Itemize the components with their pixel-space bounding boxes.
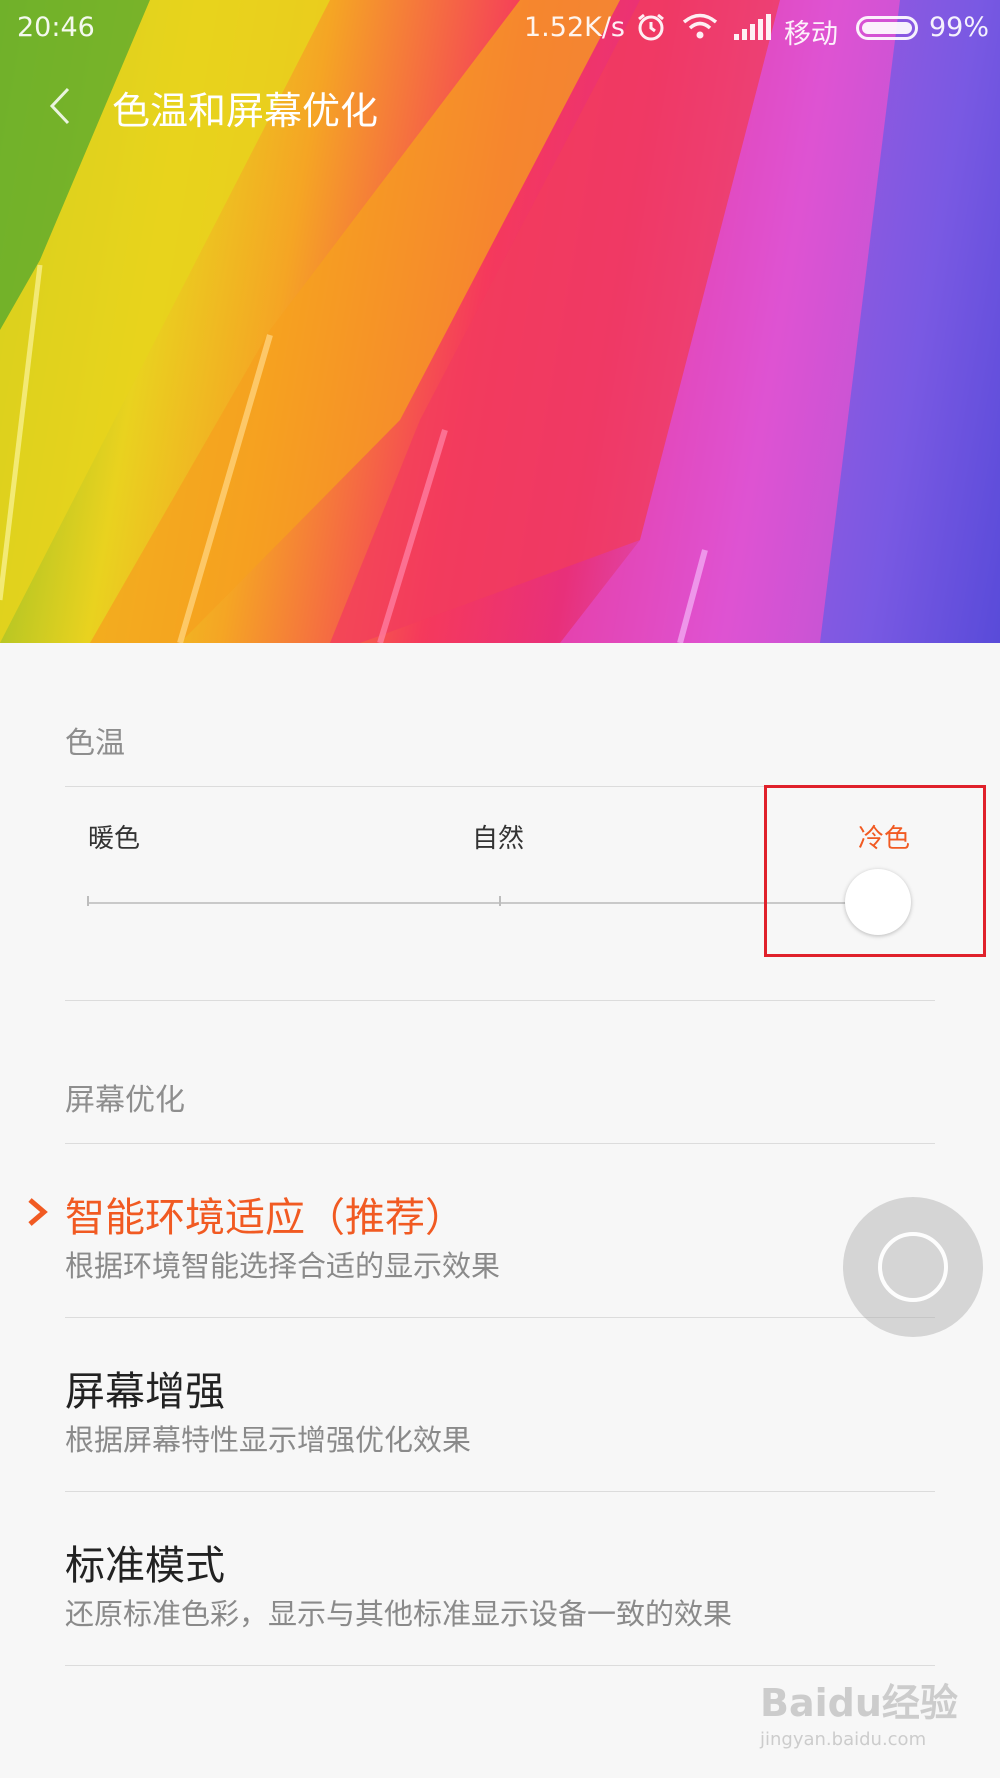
status-battery-level: 99% [929, 12, 990, 43]
section-header-color-temperature: 色温 [65, 726, 125, 761]
color-temperature-slider[interactable] [88, 902, 848, 904]
divider [65, 1317, 935, 1318]
divider [65, 1000, 935, 1001]
selected-chevron-icon [28, 1198, 48, 1226]
option-title: 屏幕增强 [65, 1369, 225, 1415]
temp-label-natural[interactable]: 自然 [472, 818, 524, 855]
back-button[interactable] [38, 84, 82, 128]
chevron-left-icon [49, 87, 70, 125]
watermark: Baidu经验 jingyan.baidu.com [760, 1672, 958, 1750]
divider [65, 1491, 935, 1492]
option-title: 智能环境适应（推荐） [65, 1195, 465, 1241]
section-header-screen-optimization: 屏幕优化 [65, 1083, 185, 1118]
option-title: 标准模式 [65, 1543, 225, 1589]
option-description: 还原标准色彩，显示与其他标准显示设备一致的效果 [65, 1597, 733, 1631]
temp-label-warm[interactable]: 暖色 [88, 818, 140, 855]
option-description: 根据环境智能选择合适的显示效果 [65, 1249, 501, 1283]
slider-tick-natural [499, 896, 501, 906]
slider-tick-warm [87, 896, 89, 906]
status-time: 20:46 [17, 12, 95, 43]
annotation-highlight-box [764, 785, 986, 957]
divider [65, 1143, 935, 1144]
floating-ball-ring [878, 1232, 948, 1302]
floating-ball-icon[interactable] [843, 1197, 983, 1337]
status-carrier: 移动 [784, 19, 838, 50]
signal-icon [733, 14, 771, 47]
status-net-speed: 1.52K/s [524, 12, 625, 43]
battery-icon [856, 16, 918, 40]
watermark-url: jingyan.baidu.com [760, 1729, 927, 1750]
alarm-icon [636, 12, 666, 49]
page-title: 色温和屏幕优化 [112, 89, 379, 133]
watermark-logo: Baidu经验 [760, 1681, 958, 1725]
wifi-icon [682, 13, 718, 48]
divider [65, 1665, 935, 1666]
option-description: 根据屏幕特性显示增强优化效果 [65, 1423, 472, 1457]
status-bar: 20:46 1.52K/s 移动 99% [0, 0, 1000, 56]
